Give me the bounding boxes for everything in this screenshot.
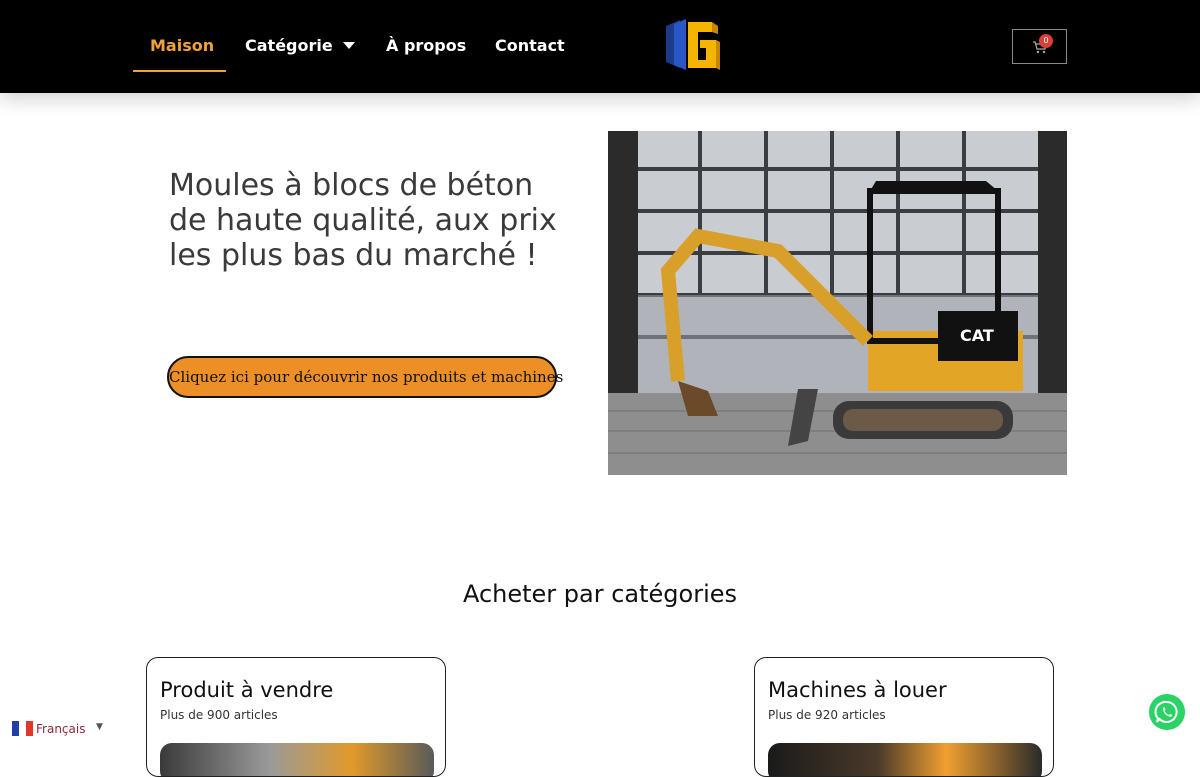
nav-active-underline	[133, 70, 226, 72]
category-card-machines[interactable]: Machines à louer Plus de 920 articles	[754, 657, 1054, 777]
whatsapp-icon[interactable]	[1149, 694, 1185, 730]
cart-button[interactable]: 0	[1012, 29, 1067, 64]
card-subtitle: Plus de 920 articles	[768, 708, 886, 722]
nav-a-propos[interactable]: À propos	[386, 36, 466, 55]
category-card-produit[interactable]: Produit à vendre Plus de 900 articles	[146, 657, 446, 777]
discover-products-button[interactable]: Cliquez ici pour découvrir nos produits …	[167, 356, 563, 398]
hero-title: Moules à blocs de béton de haute qualité…	[169, 168, 557, 273]
nav-categorie-label: Catégorie	[245, 36, 333, 55]
wg-logo-icon[interactable]	[660, 18, 724, 74]
nav-maison[interactable]: Maison	[150, 36, 214, 55]
language-label: Français	[36, 722, 86, 736]
caret-down-icon: ▼	[96, 722, 103, 732]
caret-down-icon	[342, 42, 355, 49]
navbar: Maison Catégorie À propos Contact 0	[0, 0, 1200, 93]
nav-contact[interactable]: Contact	[495, 36, 565, 55]
svg-text:CAT: CAT	[960, 326, 994, 345]
card-image	[160, 743, 434, 776]
france-flag-icon	[12, 721, 33, 736]
card-title: Produit à vendre	[160, 678, 334, 702]
card-image	[768, 743, 1042, 776]
card-subtitle: Plus de 900 articles	[160, 708, 278, 722]
card-title: Machines à louer	[768, 678, 947, 702]
excavator-photo: CAT	[608, 131, 1067, 475]
categories-heading: Acheter par catégories	[462, 580, 738, 608]
cart-count-badge: 0	[1039, 34, 1053, 48]
nav-categorie[interactable]: Catégorie	[245, 36, 355, 55]
